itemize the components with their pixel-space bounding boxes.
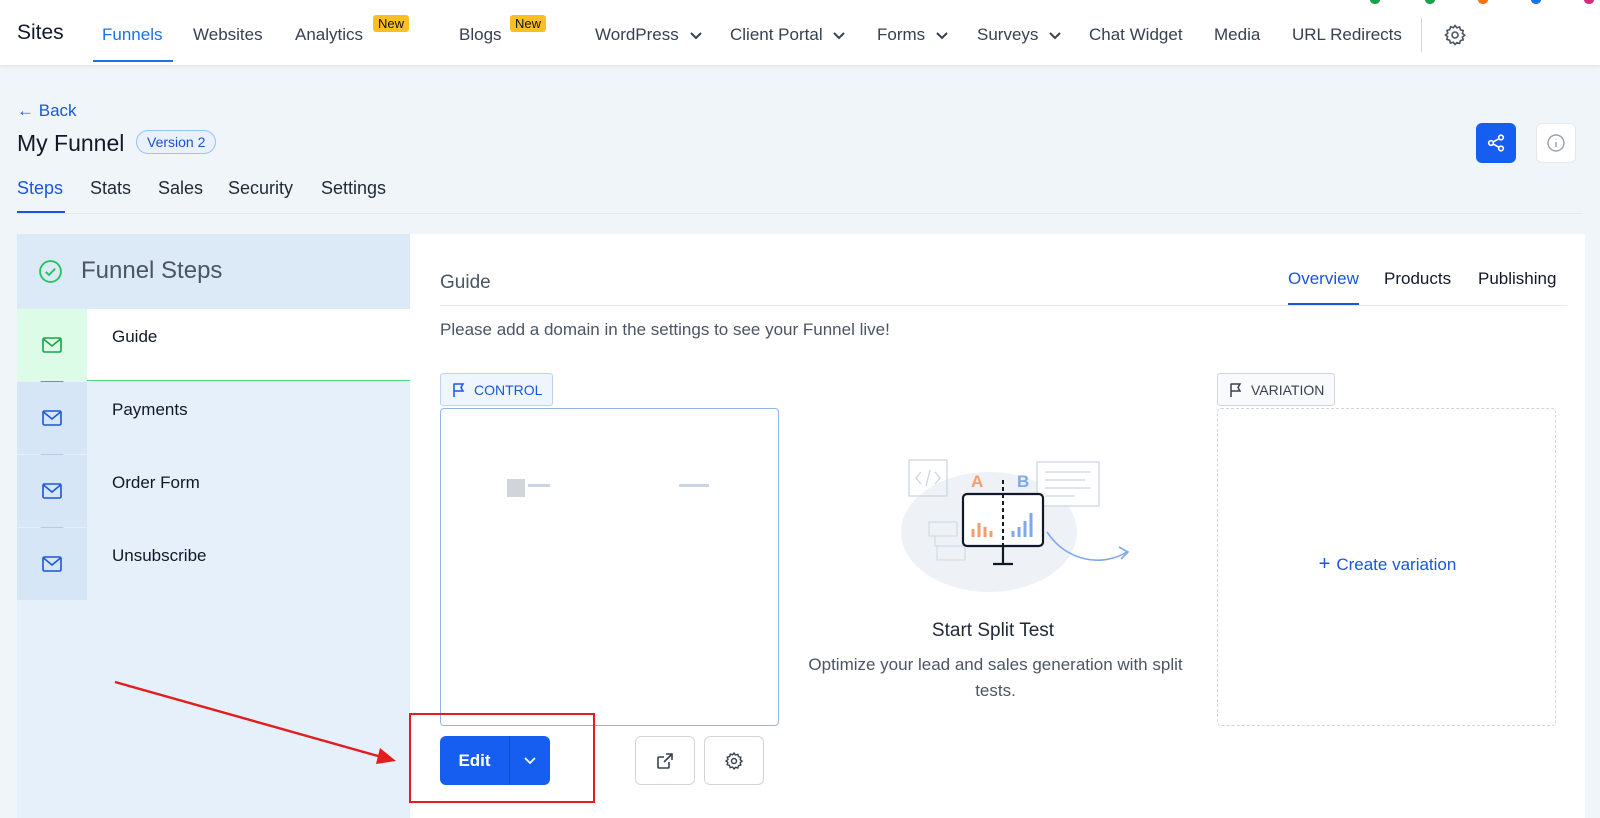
nav-wordpress[interactable]: WordPress [595,25,702,45]
split-test-title: Start Split Test [931,620,1055,641]
annotation-arrow-icon [114,680,396,764]
variation-label: VARIATION [1251,381,1325,398]
chevron-down-icon [833,31,846,39]
control-tag: CONTROL [440,373,554,406]
new-badge: New [510,15,547,32]
nav-blogs[interactable]: Blogs [459,25,502,45]
plus-icon: + [1318,553,1331,575]
create-variation-label: Create variation [1336,555,1457,574]
split-test-illustration: A B [901,459,1130,592]
share-icon [1487,134,1505,152]
nav-forms[interactable]: Forms [877,25,948,45]
nav-divider [1421,18,1422,52]
chevron-down-icon [936,31,948,39]
preview-logo [507,479,525,497]
split-test-description: Optimize your lead and sales generation … [808,655,1183,700]
nav-url-redirects[interactable]: URL Redirects [1292,25,1402,45]
tab-overview[interactable]: Overview [1288,269,1359,289]
control-label: CONTROL [474,381,543,398]
info-button[interactable] [1536,123,1576,163]
gear-icon[interactable] [1443,23,1467,47]
svg-text:B: B [1017,472,1029,491]
chevron-down-icon [689,31,702,39]
external-link-icon [657,752,673,769]
preview-text [528,484,550,487]
step-settings-button[interactable] [704,736,764,785]
control-page-preview[interactable] [440,408,779,726]
nav-client-portal-label: Client Portal [730,25,823,44]
nav-client-portal[interactable]: Client Portal [730,25,846,45]
tab-divider [440,305,1567,306]
step-title: Guide [440,272,491,293]
color-dot [1478,0,1488,4]
nav-media[interactable]: Media [1214,25,1260,45]
flag-icon [453,382,465,397]
info-icon [1547,134,1565,152]
nav-wordpress-label: WordPress [595,25,679,44]
svg-text:A: A [971,472,983,491]
flag-icon [1230,382,1242,397]
color-dot [1531,0,1541,4]
share-button[interactable] [1476,123,1516,163]
tab-publishing[interactable]: Publishing [1478,269,1556,289]
variation-tag: VARIATION [1217,373,1336,406]
preview-text [679,484,709,487]
color-dot [1425,0,1435,4]
nav-surveys[interactable]: Surveys [977,25,1061,45]
nav-chat-widget[interactable]: Chat Widget [1089,25,1183,45]
create-variation-button[interactable]: + Create variation [1218,553,1557,576]
nav-forms-label: Forms [877,25,926,44]
color-dot [1370,0,1380,4]
open-external-button[interactable] [635,736,695,785]
highlight-box [409,713,595,803]
gear-icon [724,751,744,770]
variation-box: + Create variation [1217,408,1556,726]
nav-surveys-label: Surveys [977,25,1039,44]
tab-products[interactable]: Products [1384,269,1451,289]
domain-notice: Please add a domain in the settings to s… [440,320,890,339]
color-dot [1584,0,1594,4]
chevron-down-icon [1049,31,1061,39]
